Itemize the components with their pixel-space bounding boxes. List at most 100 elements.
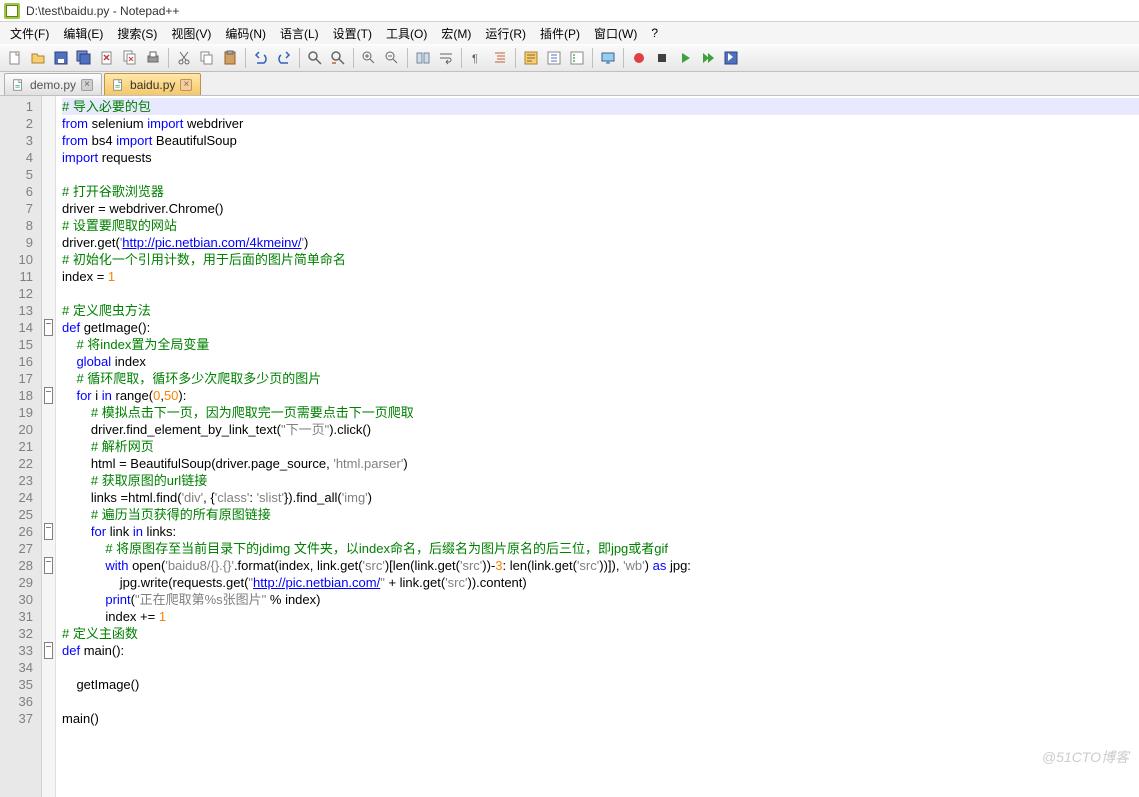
title-bar: D:\test\baidu.py - Notepad++	[0, 0, 1139, 22]
code-line[interactable]	[62, 693, 1139, 710]
copy-icon[interactable]	[196, 47, 218, 69]
func-list-icon[interactable]	[543, 47, 565, 69]
fold-toggle-icon[interactable]	[44, 642, 53, 659]
code-line[interactable]: # 打开谷歌浏览器	[62, 183, 1139, 200]
menu-item[interactable]: 搜索(S)	[111, 23, 163, 44]
window-title: D:\test\baidu.py - Notepad++	[26, 4, 179, 18]
code-line[interactable]: # 获取原图的url链接	[62, 472, 1139, 489]
menu-bar: 文件(F)编辑(E)搜索(S)视图(V)编码(N)语言(L)设置(T)工具(O)…	[0, 22, 1139, 44]
word-wrap-icon[interactable]	[435, 47, 457, 69]
close-icon[interactable]: ×	[81, 79, 93, 91]
code-line[interactable]: print("正在爬取第%s张图片" % index)	[62, 591, 1139, 608]
menu-item[interactable]: 插件(P)	[534, 23, 586, 44]
code-line[interactable]: with open('baidu8/{}.{}'.format(index, l…	[62, 557, 1139, 574]
menu-item[interactable]: 视图(V)	[165, 23, 217, 44]
save-all-icon[interactable]	[73, 47, 95, 69]
menu-item[interactable]: 设置(T)	[327, 23, 378, 44]
menu-item[interactable]: 文件(F)	[4, 23, 55, 44]
menu-item[interactable]: 窗口(W)	[588, 23, 643, 44]
menu-help[interactable]: ?	[645, 24, 664, 42]
code-line[interactable]: # 将index置为全局变量	[62, 336, 1139, 353]
close-icon[interactable]: ×	[180, 79, 192, 91]
open-file-icon[interactable]	[27, 47, 49, 69]
code-line[interactable]	[62, 659, 1139, 676]
code-line[interactable]: driver.get('http://pic.netbian.com/4kmei…	[62, 234, 1139, 251]
code-line[interactable]: # 定义主函数	[62, 625, 1139, 642]
record-macro-icon[interactable]	[628, 47, 650, 69]
fold-toggle-icon[interactable]	[44, 523, 53, 540]
fold-toggle-icon[interactable]	[44, 557, 53, 574]
tab-label: baidu.py	[130, 78, 175, 92]
code-line[interactable]: from selenium import webdriver	[62, 115, 1139, 132]
code-line[interactable]: # 初始化一个引用计数，用于后面的图片简单命名	[62, 251, 1139, 268]
folder-tree-icon[interactable]	[566, 47, 588, 69]
code-line[interactable]: # 定义爬虫方法	[62, 302, 1139, 319]
code-line[interactable]: global index	[62, 353, 1139, 370]
paste-icon[interactable]	[219, 47, 241, 69]
code-line[interactable]: def main():	[62, 642, 1139, 659]
code-line[interactable]: # 将原图存至当前目录下的jdimg 文件夹，以index命名，后缀名为图片原名…	[62, 540, 1139, 557]
toolbar: ¶	[0, 44, 1139, 72]
indent-guide-icon[interactable]	[489, 47, 511, 69]
menu-item[interactable]: 编码(N)	[219, 23, 272, 44]
tab-bar: demo.py× baidu.py ×	[0, 72, 1139, 96]
code-line[interactable]: # 循环爬取，循环多少次爬取多少页的图片	[62, 370, 1139, 387]
code-content[interactable]: # 导入必要的包from selenium import webdriverfr…	[56, 96, 1139, 797]
code-line[interactable]: for link in links:	[62, 523, 1139, 540]
code-line[interactable]: links =html.find('div', {'class': 'slist…	[62, 489, 1139, 506]
zoom-in-icon[interactable]	[358, 47, 380, 69]
close-all-icon[interactable]	[119, 47, 141, 69]
code-line[interactable]: html = BeautifulSoup(driver.page_source,…	[62, 455, 1139, 472]
menu-item[interactable]: 宏(M)	[435, 23, 477, 44]
undo-icon[interactable]	[250, 47, 272, 69]
find-icon[interactable]	[304, 47, 326, 69]
menu-item[interactable]: 编辑(E)	[57, 23, 109, 44]
code-line[interactable]: driver.find_element_by_link_text("下一页").…	[62, 421, 1139, 438]
code-line[interactable]	[62, 285, 1139, 302]
code-line[interactable]: for i in range(0,50):	[62, 387, 1139, 404]
file-tab[interactable]: baidu.py ×	[104, 73, 201, 95]
file-tab[interactable]: demo.py×	[4, 73, 102, 95]
monitor-icon[interactable]	[597, 47, 619, 69]
menu-item[interactable]: 语言(L)	[274, 23, 325, 44]
app-icon	[4, 3, 20, 19]
fold-column[interactable]	[42, 96, 56, 797]
code-line[interactable]: def getImage():	[62, 319, 1139, 336]
show-symbols-icon[interactable]: ¶	[466, 47, 488, 69]
play-multi-icon[interactable]	[697, 47, 719, 69]
code-line[interactable]: import requests	[62, 149, 1139, 166]
svg-text:¶: ¶	[472, 53, 478, 65]
code-line[interactable]: from bs4 import BeautifulSoup	[62, 132, 1139, 149]
save-icon[interactable]	[50, 47, 72, 69]
close-file-icon[interactable]	[96, 47, 118, 69]
code-line[interactable]: # 导入必要的包	[62, 98, 1139, 115]
sync-scroll-icon[interactable]	[412, 47, 434, 69]
code-line[interactable]: # 解析网页	[62, 438, 1139, 455]
menu-item[interactable]: 运行(R)	[479, 23, 532, 44]
fold-toggle-icon[interactable]	[44, 319, 53, 336]
play-macro-icon[interactable]	[674, 47, 696, 69]
menu-item[interactable]: 工具(O)	[380, 23, 433, 44]
line-number-gutter: 1234567891011121314151617181920212223242…	[0, 96, 42, 797]
code-line[interactable]: # 模拟点击下一页，因为爬取完一页需要点击下一页爬取	[62, 404, 1139, 421]
cut-icon[interactable]	[173, 47, 195, 69]
doc-map-icon[interactable]	[520, 47, 542, 69]
editor-area[interactable]: 1234567891011121314151617181920212223242…	[0, 96, 1139, 797]
fold-toggle-icon[interactable]	[44, 387, 53, 404]
code-line[interactable]: driver = webdriver.Chrome()	[62, 200, 1139, 217]
code-line[interactable]: # 遍历当页获得的所有原图链接	[62, 506, 1139, 523]
code-line[interactable]: # 设置要爬取的网站	[62, 217, 1139, 234]
redo-icon[interactable]	[273, 47, 295, 69]
stop-macro-icon[interactable]	[651, 47, 673, 69]
code-line[interactable]: main()	[62, 710, 1139, 727]
replace-icon[interactable]	[327, 47, 349, 69]
code-line[interactable]: index += 1	[62, 608, 1139, 625]
save-macro-icon[interactable]	[720, 47, 742, 69]
new-file-icon[interactable]	[4, 47, 26, 69]
code-line[interactable]: jpg.write(requests.get("http://pic.netbi…	[62, 574, 1139, 591]
code-line[interactable]: index = 1	[62, 268, 1139, 285]
code-line[interactable]	[62, 166, 1139, 183]
print-icon[interactable]	[142, 47, 164, 69]
code-line[interactable]: getImage()	[62, 676, 1139, 693]
zoom-out-icon[interactable]	[381, 47, 403, 69]
